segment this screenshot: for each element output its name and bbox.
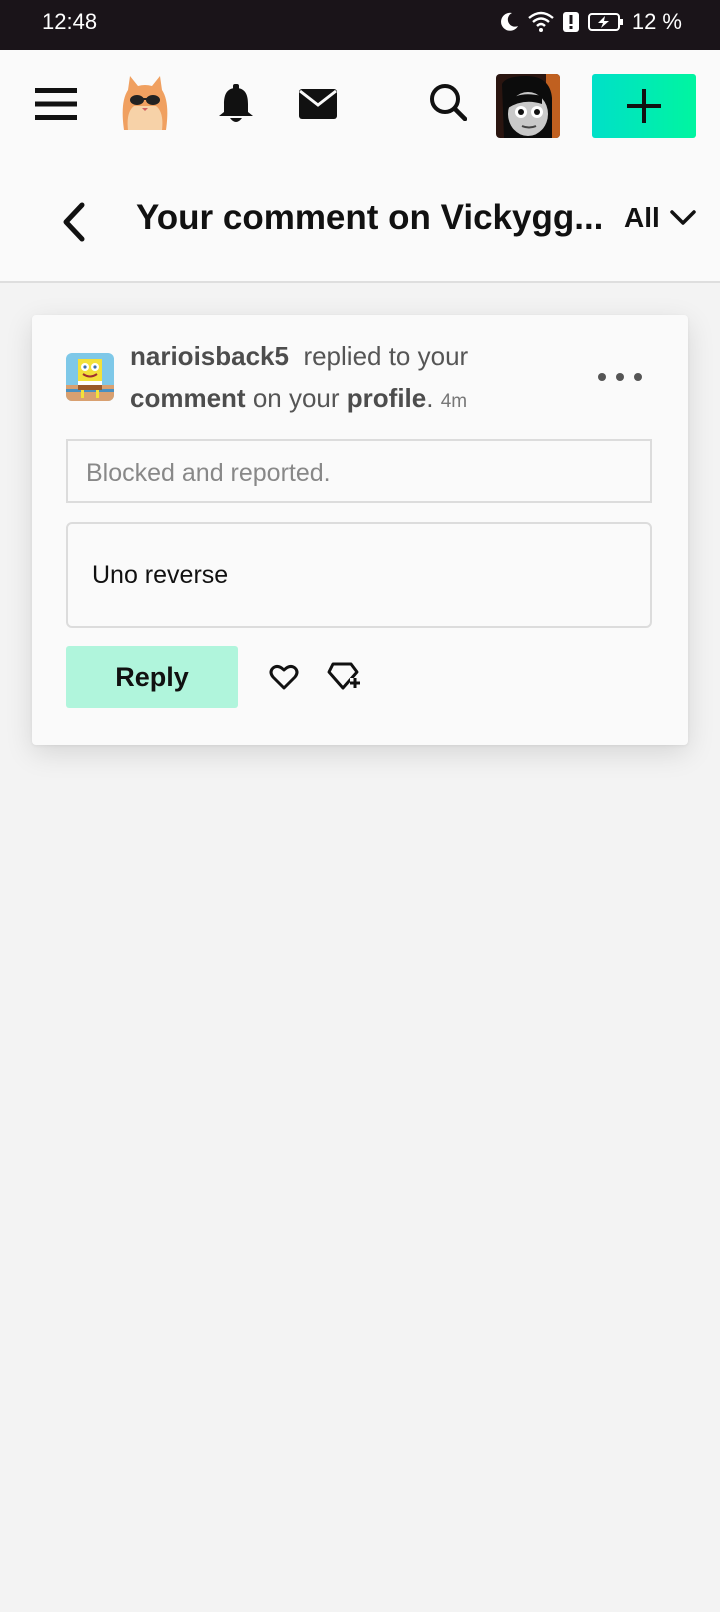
status-time: 12:48: [42, 9, 98, 34]
status-bar: 12:48 12 %: [0, 0, 720, 50]
notification-card: narioisback5 replied to your comment on …: [32, 315, 688, 745]
search-icon: [430, 84, 467, 121]
time-ago: 4m: [440, 391, 468, 412]
reply-input[interactable]: Uno reverse: [66, 522, 652, 628]
period: .: [426, 383, 434, 413]
moon-icon: [500, 12, 518, 31]
more-dot-icon: [616, 373, 624, 381]
filter-dropdown[interactable]: All: [624, 202, 696, 234]
wifi-icon: [528, 11, 554, 32]
comment-link[interactable]: comment: [130, 383, 246, 413]
filter-label: All: [624, 202, 660, 233]
hamburger-menu-icon: [35, 88, 77, 120]
top-nav: [0, 50, 720, 162]
chevron-left-icon: [63, 202, 85, 242]
avatar-image: [496, 74, 560, 138]
more-options-button[interactable]: [598, 367, 642, 387]
profile-link[interactable]: profile: [347, 383, 426, 413]
plus-icon: [627, 89, 661, 123]
battery-charging-icon: [587, 13, 623, 31]
user-avatar[interactable]: [496, 74, 560, 138]
tip-button[interactable]: [326, 659, 362, 695]
quoted-comment: Blocked and reported.: [66, 439, 652, 503]
more-dot-icon: [598, 373, 606, 381]
messages-button[interactable]: [294, 80, 342, 128]
chevron-down-icon: [670, 210, 696, 225]
replier-username[interactable]: narioisback5: [130, 341, 289, 371]
mail-icon: [299, 89, 337, 119]
spongebob-avatar-image: [66, 353, 114, 401]
like-button[interactable]: [266, 659, 302, 695]
bell-icon: [219, 84, 253, 122]
replied-text: replied to your: [303, 341, 469, 371]
page-header: Your comment on Vickygg... All: [0, 162, 720, 283]
on-your-text: on your: [252, 383, 340, 413]
cat-with-sunglasses-icon: [122, 76, 168, 130]
heart-icon: [269, 664, 299, 690]
menu-button[interactable]: [32, 80, 80, 128]
notification-text: narioisback5 replied to your comment on …: [130, 335, 550, 423]
gem-plus-icon: [327, 662, 360, 690]
back-button[interactable]: [52, 198, 96, 246]
cat-logo[interactable]: [114, 72, 176, 134]
notifications-button[interactable]: [212, 80, 260, 128]
battery-percent: 12 %: [631, 9, 682, 34]
more-dot-icon: [634, 373, 642, 381]
alert-icon: [562, 12, 579, 32]
reply-button[interactable]: Reply: [66, 646, 238, 708]
replier-avatar[interactable]: [66, 353, 114, 401]
create-post-button[interactable]: [592, 74, 696, 138]
status-icons: 12 %: [498, 9, 682, 35]
page-title: Your comment on Vickygg...: [136, 198, 604, 237]
search-button[interactable]: [424, 78, 472, 126]
